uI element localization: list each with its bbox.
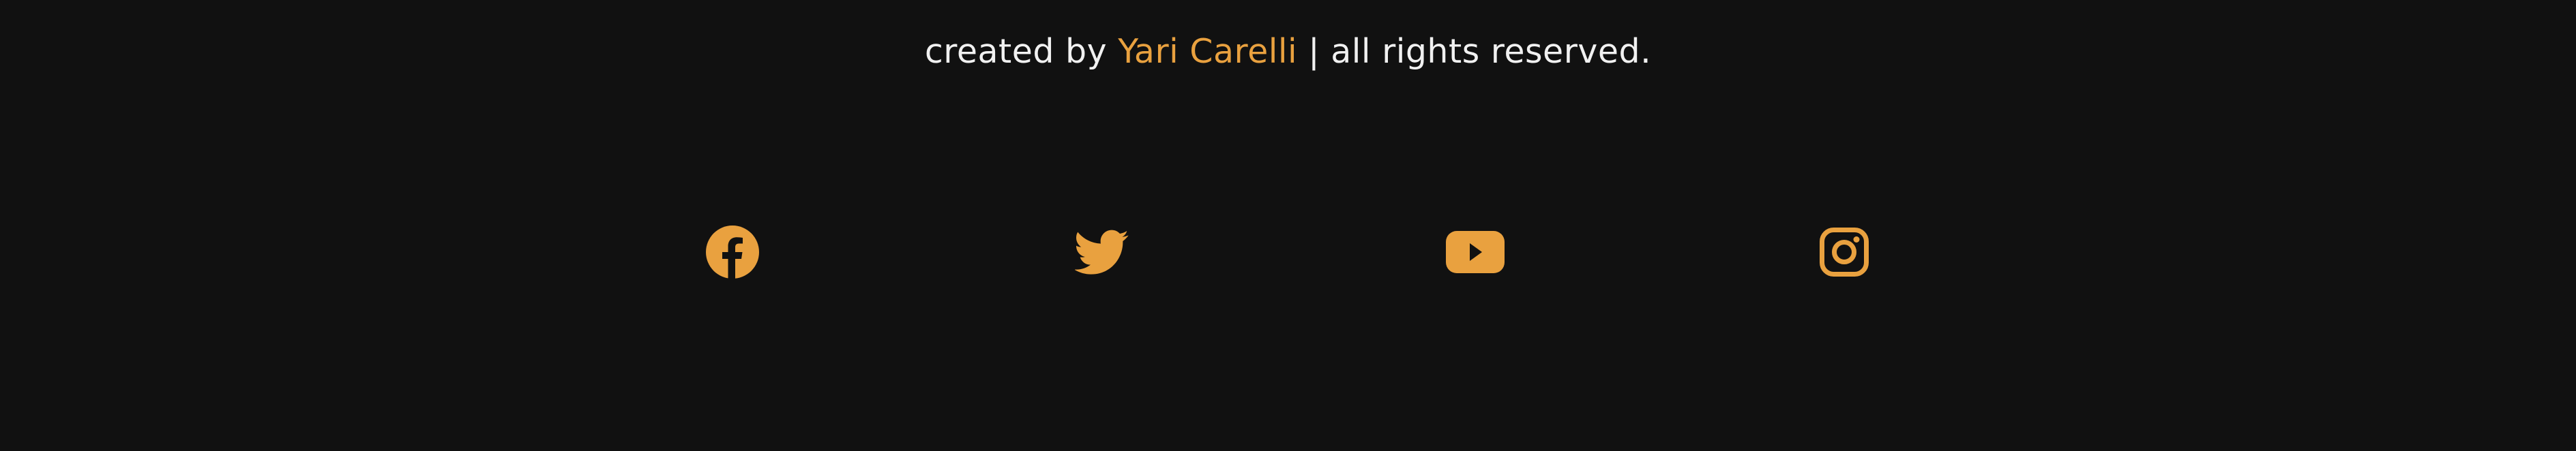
- twitter-link[interactable]: [1075, 225, 1129, 279]
- author-link[interactable]: Yari Carelli: [1118, 32, 1297, 71]
- site-footer: created by Yari Carelli | all rights res…: [0, 0, 2576, 451]
- credit-prefix: created by: [924, 32, 1108, 71]
- facebook-icon: [705, 225, 760, 279]
- youtube-link[interactable]: [1446, 225, 1505, 279]
- twitter-icon: [1075, 225, 1129, 279]
- youtube-icon: [1446, 231, 1505, 273]
- instagram-link[interactable]: [1817, 225, 1871, 279]
- credit-line: created by Yari Carelli | all rights res…: [0, 30, 2576, 74]
- credit-suffix: | all rights reserved.: [1308, 32, 1652, 71]
- instagram-icon: [1820, 228, 1869, 277]
- facebook-link[interactable]: [705, 225, 760, 279]
